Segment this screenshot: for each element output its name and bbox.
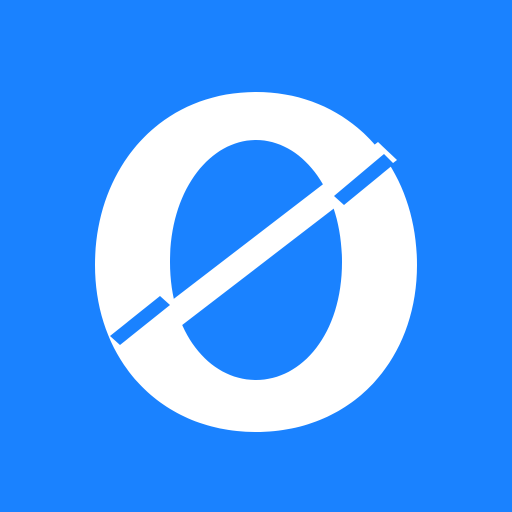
slashed-zero-logo-icon (95, 92, 417, 432)
app-icon-canvas (0, 0, 512, 512)
